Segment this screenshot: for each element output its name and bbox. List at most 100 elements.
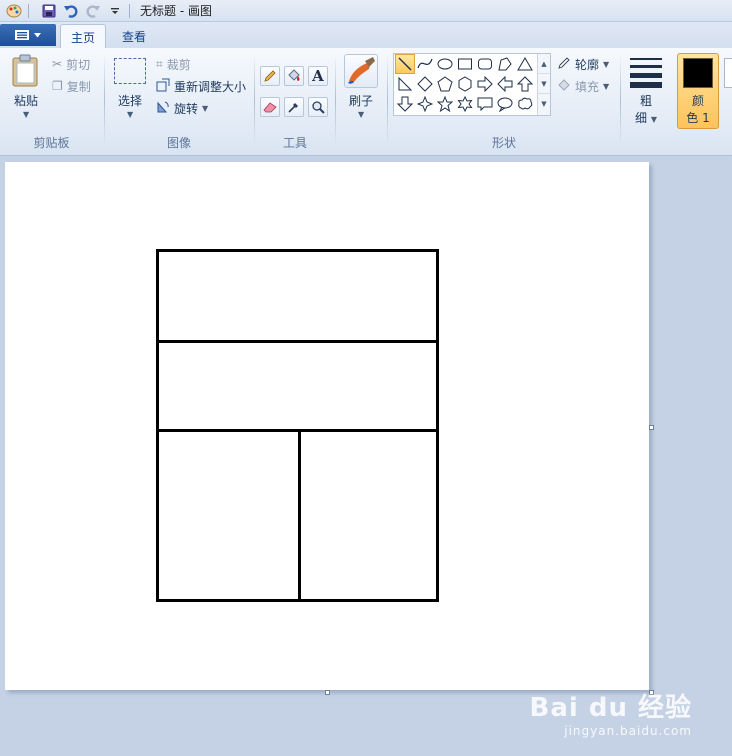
outline-label: 轮廓: [575, 57, 600, 72]
resize-icon: [156, 78, 170, 95]
color-picker-icon[interactable]: [284, 97, 304, 117]
save-icon[interactable]: [41, 3, 57, 19]
paint-menu-button[interactable]: [0, 24, 56, 46]
ribbon: 粘贴 ▼ ✂ 剪切 ❐ 复制 剪贴板 选择 ▼ ⌗ 裁剪 重新调整大小 旋转 ▼…: [0, 48, 732, 156]
brush-icon[interactable]: [344, 54, 378, 88]
tab-view[interactable]: 查看: [112, 24, 156, 49]
polygon-shape-icon[interactable]: [495, 54, 515, 74]
pentagon-shape-icon[interactable]: [435, 74, 455, 94]
line-shape-icon[interactable]: [395, 54, 415, 74]
line-width-icon: [630, 58, 662, 88]
rectangular-callout-shape-icon[interactable]: [475, 94, 495, 114]
tab-home[interactable]: 主页: [60, 24, 107, 49]
color-1-label-2: 色 1: [686, 111, 710, 125]
drawing-canvas[interactable]: [5, 162, 649, 690]
chevron-down-icon[interactable]: ▼: [23, 110, 29, 119]
size-label: 粗: [639, 94, 652, 108]
eraser-icon[interactable]: [260, 97, 280, 117]
cut-label: 剪切: [66, 57, 91, 72]
rectangle-shape-icon[interactable]: [455, 54, 475, 74]
crop-label: 裁剪: [166, 57, 191, 72]
gallery-down-icon[interactable]: ▼: [538, 74, 550, 94]
chevron-down-icon[interactable]: ▼: [358, 110, 364, 119]
four-point-star-shape-icon[interactable]: [415, 94, 435, 114]
drawing: [156, 249, 439, 602]
fill-icon: [557, 78, 571, 95]
separator: [28, 3, 29, 18]
triangle-shape-icon[interactable]: [515, 54, 535, 74]
oval-callout-shape-icon[interactable]: [495, 94, 515, 114]
group-separator: [104, 54, 105, 146]
five-point-star-shape-icon[interactable]: [435, 94, 455, 114]
resize-button[interactable]: 重新调整大小: [156, 77, 246, 95]
copy-button[interactable]: ❐ 复制: [52, 77, 91, 95]
fill-bucket-icon[interactable]: [284, 66, 304, 86]
customize-quick-access-icon[interactable]: [107, 3, 123, 19]
menu-icon: [15, 30, 29, 40]
rotate-button[interactable]: 旋转 ▼: [156, 99, 208, 117]
select-icon[interactable]: [114, 58, 146, 84]
hexagon-shape-icon[interactable]: [455, 74, 475, 94]
chevron-down-icon: ▼: [202, 103, 209, 113]
title-bar: 无标题 - 画图: [0, 0, 732, 22]
watermark: Bai du 经验 jingyan.baidu.com: [530, 687, 693, 738]
resize-handle-bottom[interactable]: [325, 690, 330, 695]
ribbon-tabs: 主页 查看: [0, 22, 732, 49]
paste-button[interactable]: 粘贴: [8, 92, 44, 109]
undo-icon[interactable]: [63, 3, 79, 19]
paste-icon[interactable]: [10, 54, 42, 88]
chevron-down-icon[interactable]: ▼: [127, 110, 133, 119]
group-separator: [254, 54, 255, 146]
crop-icon: ⌗: [156, 56, 163, 71]
clipboard-group-label: 剪贴板: [33, 136, 70, 150]
color-2-button[interactable]: [724, 58, 732, 88]
redo-icon: [85, 3, 101, 19]
clipboard-group: 粘贴 ▼ ✂ 剪切 ❐ 复制 剪贴板: [0, 48, 103, 154]
color-1-label: 颜: [691, 94, 704, 108]
up-arrow-shape-icon[interactable]: [515, 74, 535, 94]
six-point-star-shape-icon[interactable]: [455, 94, 475, 114]
rotate-label: 旋转: [174, 101, 199, 116]
image-group-label: 图像: [166, 136, 191, 150]
down-arrow-shape-icon[interactable]: [395, 94, 415, 114]
copy-icon: ❐: [52, 79, 63, 93]
crop-button[interactable]: ⌗ 裁剪: [156, 55, 191, 73]
copy-label: 复制: [66, 79, 91, 94]
gallery-expand-icon[interactable]: ▼: [538, 94, 550, 114]
gallery-scrollbar[interactable]: ▲ ▼ ▼: [537, 54, 550, 115]
chevron-down-icon: ▼: [603, 81, 610, 91]
color-1-button[interactable]: 颜 色 1: [677, 53, 719, 129]
fill-button[interactable]: 填充 ▼: [557, 77, 609, 95]
rounded-rectangle-shape-icon[interactable]: [475, 54, 495, 74]
size-group[interactable]: 粗 细 ▼: [622, 48, 670, 154]
oval-shape-icon[interactable]: [435, 54, 455, 74]
window-title: 无标题 - 画图: [140, 4, 212, 18]
watermark-main: Bai du 经验: [529, 693, 692, 723]
select-button[interactable]: 选择: [112, 92, 148, 109]
shapes-gallery[interactable]: ▲ ▼ ▼: [393, 53, 551, 116]
text-tool-icon[interactable]: A: [308, 66, 328, 86]
pencil-icon[interactable]: [260, 66, 280, 86]
cloud-callout-shape-icon[interactable]: [515, 94, 535, 114]
left-arrow-shape-icon[interactable]: [495, 74, 515, 94]
shapes-group-label: 形状: [491, 136, 516, 150]
paint-app-icon[interactable]: [6, 3, 22, 19]
size-label-2: 细 ▼: [635, 111, 657, 125]
image-group: 选择 ▼ ⌗ 裁剪 重新调整大小 旋转 ▼ 图像: [106, 48, 252, 154]
outline-button[interactable]: 轮廓 ▼: [557, 55, 609, 73]
cut-button[interactable]: ✂ 剪切: [52, 55, 90, 73]
gallery-up-icon[interactable]: ▲: [538, 54, 550, 74]
magnifier-icon[interactable]: [308, 97, 328, 117]
right-arrow-shape-icon[interactable]: [475, 74, 495, 94]
color-1-swatch: [683, 58, 713, 88]
resize-handle-right[interactable]: [649, 425, 654, 430]
diamond-shape-icon[interactable]: [415, 74, 435, 94]
resize-label: 重新调整大小: [174, 79, 247, 94]
group-separator: [620, 54, 621, 146]
right-triangle-shape-icon[interactable]: [395, 74, 415, 94]
outline-pen-icon: [557, 56, 571, 73]
curve-shape-icon[interactable]: [415, 54, 435, 74]
brushes-button[interactable]: 刷子: [341, 92, 381, 109]
outer-rectangle: [156, 249, 439, 602]
rotate-icon: [156, 100, 170, 117]
